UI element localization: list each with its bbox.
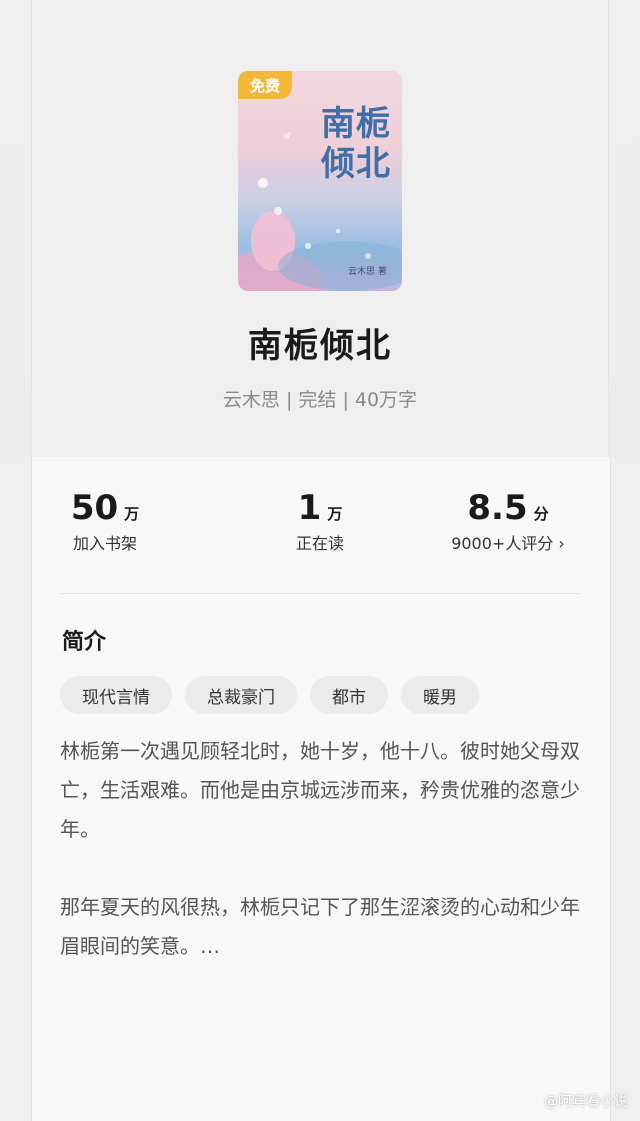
stat-rating[interactable]: 8.5 分 9000+人评分 › — [438, 488, 578, 554]
book-meta: 云木思 | 完结 | 40万字 — [222, 389, 418, 411]
stat-reading: 1万 正在读 — [275, 488, 365, 554]
rating-score: 8.5 — [467, 488, 528, 528]
intro-heading: 简介 — [62, 630, 107, 655]
tag-item[interactable]: 暖男 — [401, 676, 479, 714]
shelf-unit: 万 — [124, 505, 140, 523]
shelf-label: 加入书架 — [72, 534, 137, 553]
cover-author: 云木思 著 — [348, 267, 387, 277]
intro-text[interactable]: 林栀第一次遇见顾轻北时，她十岁，他十八。彼时她父母双亡，生活艰难。而他是由京城远… — [60, 732, 590, 1005]
intro-paragraph: 那年夏天的风很热，林栀只记下了那生涩滚烫的心动和少年眉眼间的笑意。… — [60, 895, 580, 958]
free-badge: 免费 — [238, 71, 292, 99]
watermark: @阿宾看小说 — [544, 1094, 628, 1110]
tag-list: 现代言情 总裁豪门 都市 暖男 — [60, 676, 479, 714]
intro-paragraph: 林栀第一次遇见顾轻北时，她十岁，他十八。彼时她父母双亡，生活艰难。而他是由京城远… — [60, 739, 580, 841]
reading-unit: 万 — [327, 505, 343, 523]
tag-item[interactable]: 总裁豪门 — [185, 676, 297, 714]
tag-item[interactable]: 现代言情 — [60, 676, 172, 714]
rating-unit: 分 — [533, 505, 549, 523]
shelf-count: 50 — [70, 488, 119, 528]
tag-item[interactable]: 都市 — [310, 676, 388, 714]
reading-label: 正在读 — [295, 534, 344, 553]
book-cover[interactable]: 免费 南栀 倾北 云木思 著 — [238, 71, 402, 291]
divider — [60, 593, 580, 594]
rating-count-link[interactable]: 9000+人评分 › — [438, 530, 578, 554]
stat-shelf: 50 万 加入书架 — [60, 488, 150, 554]
reading-count: 1 — [297, 488, 322, 528]
cover-title: 南栀 倾北 — [321, 104, 391, 184]
book-title: 南栀倾北 — [248, 326, 392, 366]
